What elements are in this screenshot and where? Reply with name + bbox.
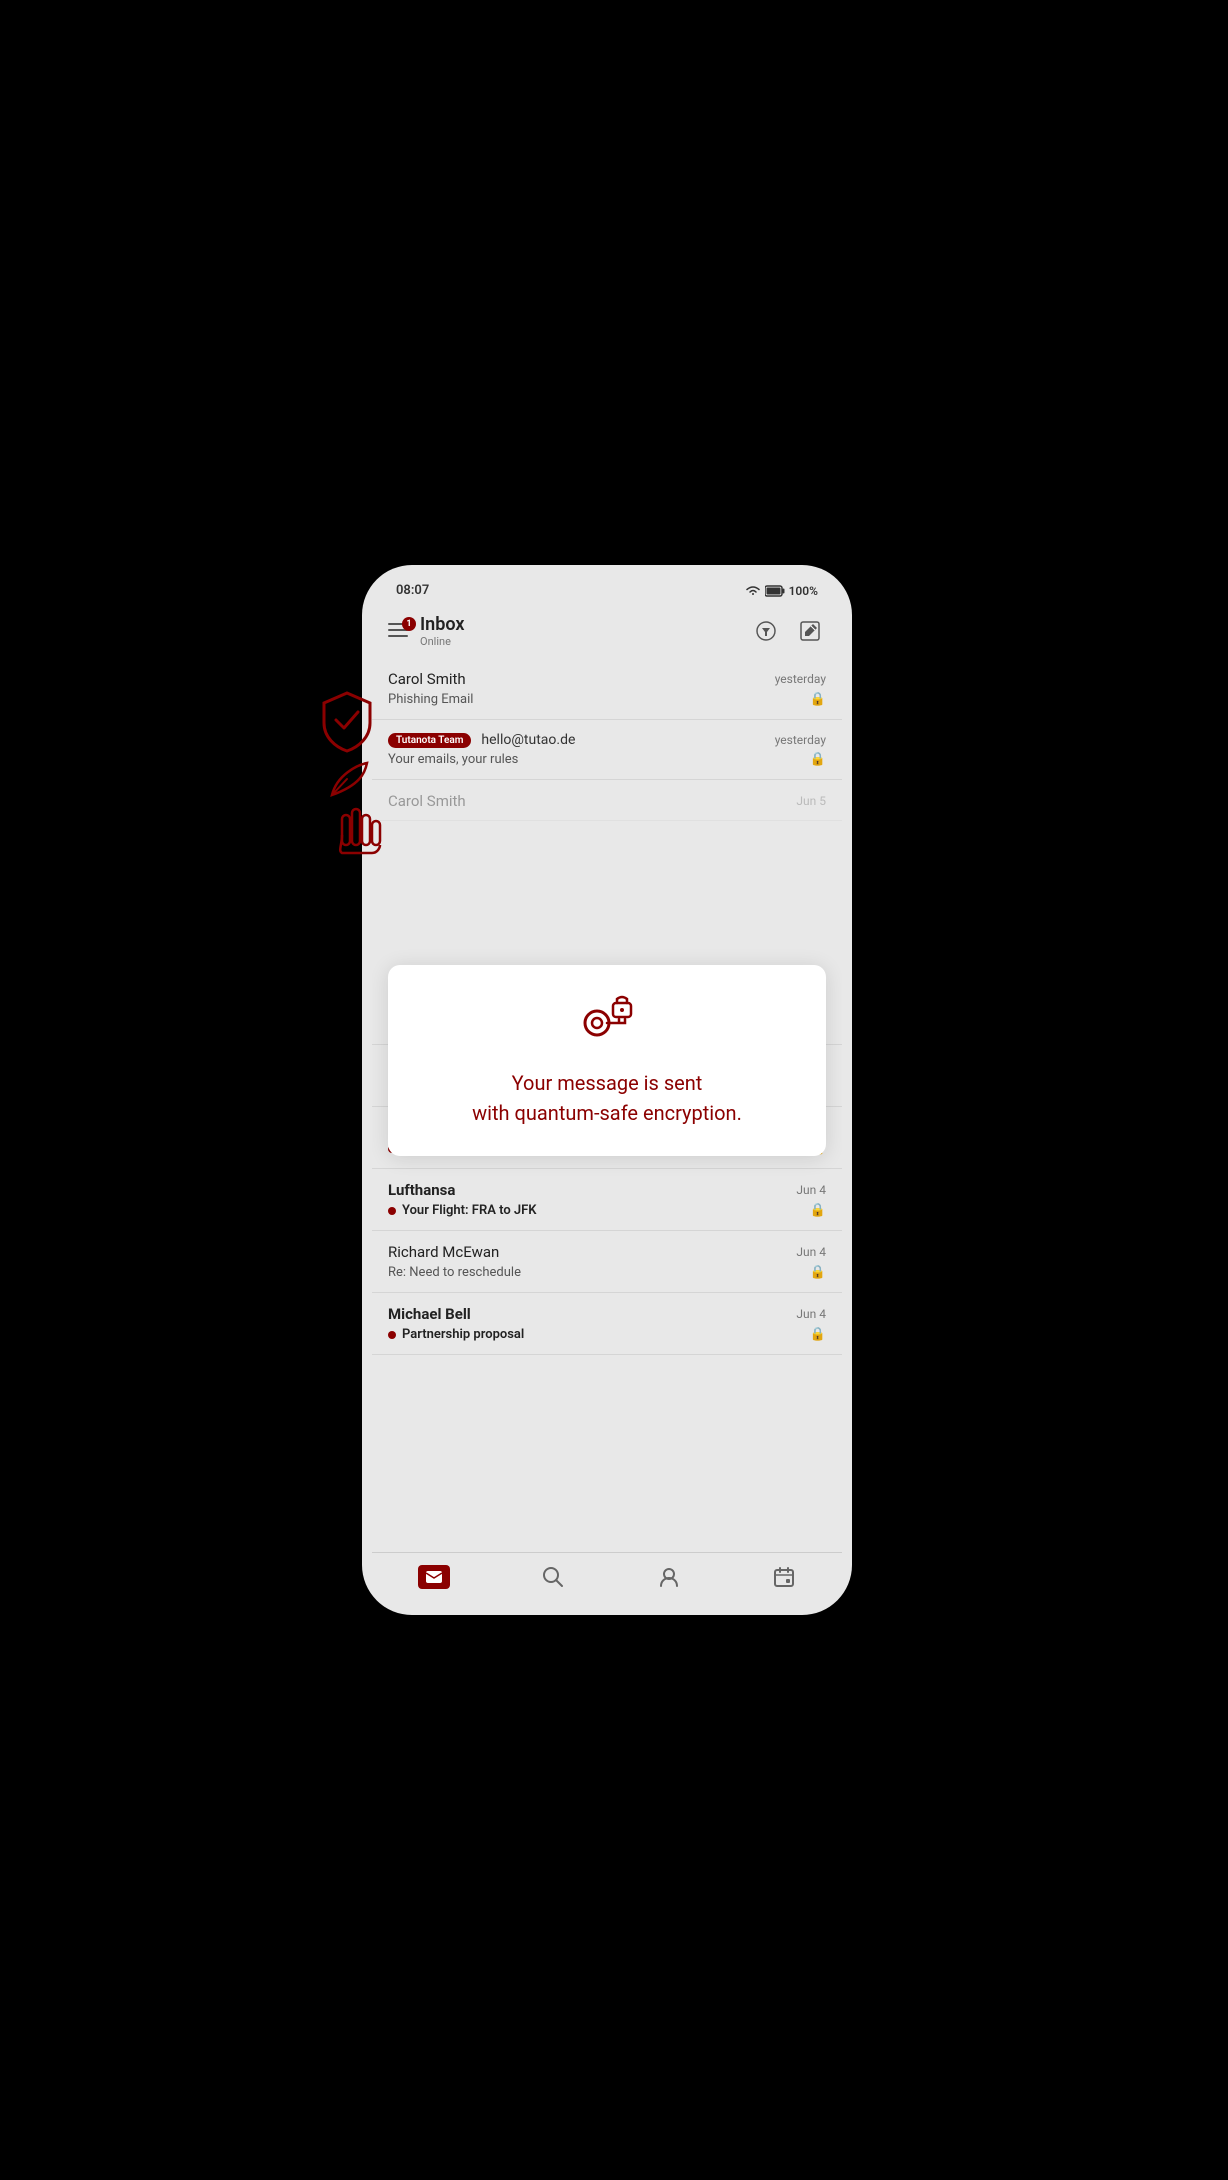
mail-icon bbox=[418, 1565, 450, 1589]
online-status: Online bbox=[420, 635, 464, 648]
unread-dot bbox=[388, 1331, 396, 1339]
email-subject-row: Your emails, your rules bbox=[388, 752, 826, 767]
email-date: Jun 4 bbox=[796, 1183, 826, 1197]
header-left: 1 Inbox Online bbox=[388, 614, 464, 648]
header-actions bbox=[750, 615, 826, 647]
encryption-icon bbox=[577, 993, 637, 1052]
email-header: Carol Smith Jun 5 bbox=[388, 792, 826, 810]
email-header: Lufthansa Jun 4 bbox=[388, 1181, 826, 1199]
lock-icon: 🔒 bbox=[810, 752, 826, 767]
email-subject-row: Phishing Email bbox=[388, 692, 826, 707]
app-header: 1 Inbox Online bbox=[372, 606, 842, 658]
nav-search[interactable] bbox=[525, 1561, 581, 1593]
calendar-icon bbox=[772, 1565, 796, 1589]
lock-icon: 🔒 bbox=[810, 1265, 826, 1280]
menu-button[interactable]: 1 bbox=[388, 621, 412, 641]
email-subject: Your Flight: FRA to JFK bbox=[402, 1203, 537, 1218]
email-header: Carol Smith yesterday bbox=[388, 670, 826, 688]
filter-button[interactable] bbox=[750, 615, 782, 647]
compose-icon bbox=[799, 620, 821, 642]
lock-icon: 🔒 bbox=[810, 692, 826, 707]
nav-mail[interactable] bbox=[402, 1561, 466, 1593]
email-date: Jun 4 bbox=[796, 1245, 826, 1259]
scene: 08:07 100% bbox=[307, 545, 921, 1635]
email-subject: Partnership proposal bbox=[402, 1327, 524, 1342]
nav-contacts[interactable] bbox=[641, 1561, 697, 1593]
status-bar: 08:07 100% bbox=[372, 575, 842, 606]
status-time: 08:07 bbox=[396, 583, 429, 598]
contacts-icon bbox=[657, 1565, 681, 1589]
lock-icon: 🔒 bbox=[810, 1203, 826, 1218]
wifi-icon bbox=[745, 585, 761, 597]
list-item[interactable]: Richard McEwan Jun 4 Re: Need to resched… bbox=[372, 1231, 842, 1293]
email-subject: Re: Need to reschedule bbox=[388, 1265, 521, 1280]
compose-button[interactable] bbox=[794, 615, 826, 647]
decorative-icons bbox=[307, 685, 387, 860]
email-sender: Lufthansa bbox=[388, 1181, 455, 1199]
email-header: Michael Bell Jun 4 bbox=[388, 1305, 826, 1323]
email-date: yesterday bbox=[775, 672, 826, 686]
unread-dot bbox=[388, 1207, 396, 1215]
email-date: yesterday bbox=[775, 733, 826, 747]
email-subject: Your emails, your rules bbox=[388, 752, 518, 767]
phone: 08:07 100% bbox=[362, 565, 852, 1615]
list-item[interactable]: Lufthansa Jun 4 Your Flight: FRA to JFK … bbox=[372, 1169, 842, 1231]
list-item[interactable]: Tutanota Team hello@tutao.de yesterday Y… bbox=[372, 720, 842, 780]
email-sender: Carol Smith bbox=[388, 670, 466, 688]
battery-percent: 100% bbox=[789, 584, 818, 598]
status-icons: 100% bbox=[745, 584, 818, 598]
list-item[interactable]: Michael Bell Jun 4 Partnership proposal … bbox=[372, 1293, 842, 1355]
list-item[interactable]: Carol Smith Jun 5 bbox=[372, 780, 842, 821]
encryption-overlay: Your message is sent with quantum-safe e… bbox=[388, 965, 826, 1156]
shield-icon bbox=[312, 685, 382, 755]
search-icon bbox=[541, 1565, 565, 1589]
phone-screen: 08:07 100% bbox=[372, 575, 842, 1605]
email-sender-email: hello@tutao.de bbox=[481, 732, 575, 748]
tutanota-badge: Tutanota Team bbox=[388, 733, 471, 748]
inbox-title: Inbox bbox=[420, 614, 464, 635]
nav-calendar[interactable] bbox=[756, 1561, 812, 1593]
email-sender: Michael Bell bbox=[388, 1305, 471, 1323]
bottom-nav bbox=[372, 1552, 842, 1605]
email-date: Jun 5 bbox=[796, 794, 826, 808]
lock-icon: 🔒 bbox=[810, 1327, 826, 1342]
battery-icon bbox=[765, 585, 785, 597]
header-title-group: Inbox Online bbox=[420, 614, 464, 648]
list-item[interactable]: Carol Smith yesterday Phishing Email 🔒 bbox=[372, 658, 842, 720]
email-header: Richard McEwan Jun 4 bbox=[388, 1243, 826, 1261]
email-subject-row: Re: Need to reschedule bbox=[388, 1265, 826, 1280]
email-sender: Carol Smith bbox=[388, 792, 466, 810]
email-header: Tutanota Team hello@tutao.de yesterday bbox=[388, 732, 826, 748]
hand-icon bbox=[330, 795, 385, 860]
email-sender: Richard McEwan bbox=[388, 1243, 499, 1261]
email-subject-row: Your Flight: FRA to JFK bbox=[388, 1203, 826, 1218]
email-date: Jun 4 bbox=[796, 1307, 826, 1321]
filter-icon bbox=[755, 620, 777, 642]
email-subject: Phishing Email bbox=[388, 692, 473, 707]
inbox-badge: 1 bbox=[402, 617, 416, 631]
overlay-text: Your message is sent with quantum-safe e… bbox=[472, 1068, 742, 1128]
email-subject-row: Partnership proposal bbox=[388, 1327, 826, 1342]
